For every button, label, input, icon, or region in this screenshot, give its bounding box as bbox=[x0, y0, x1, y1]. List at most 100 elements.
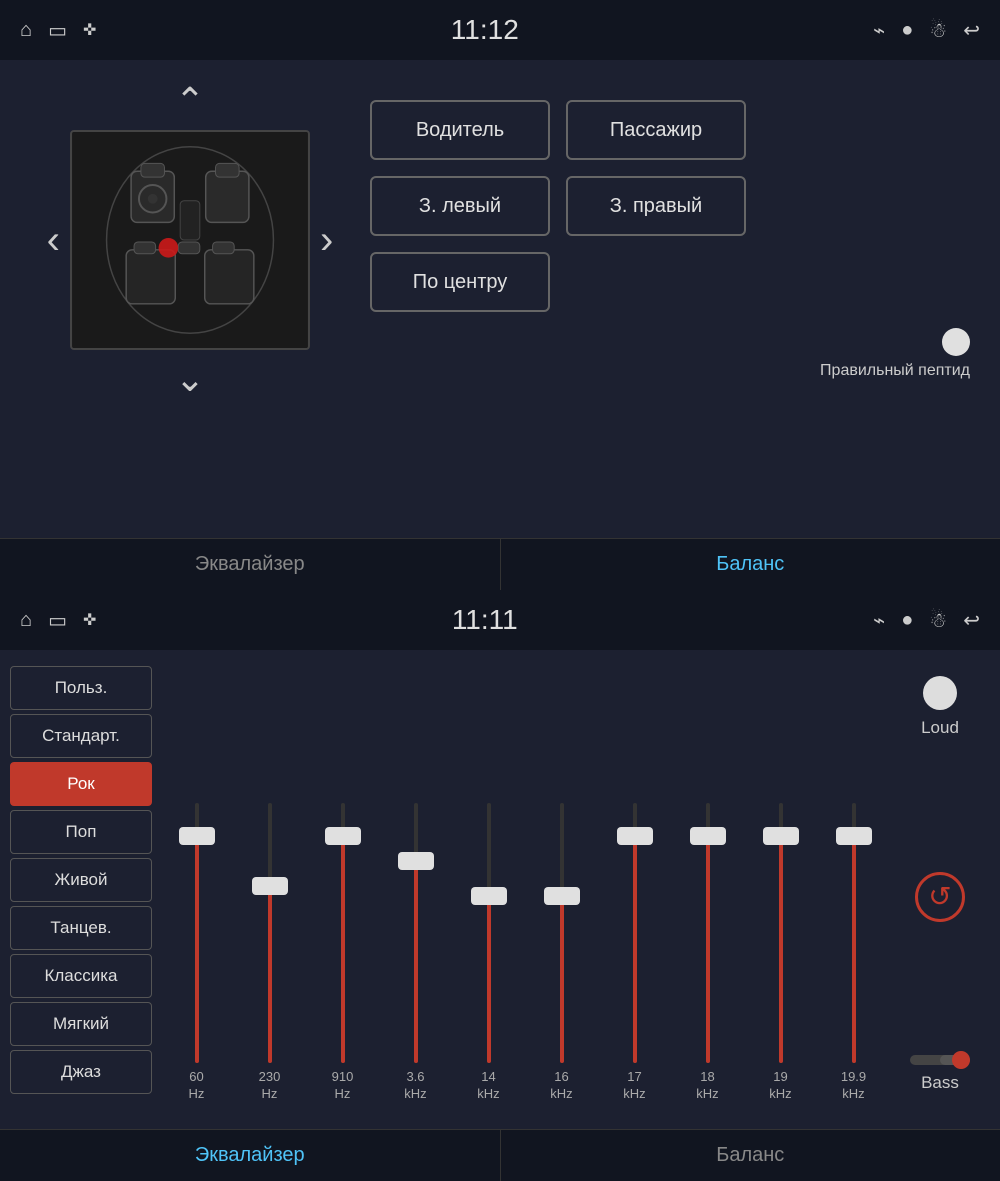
top-status-bar: ⌂ ▭ ✜ 11:12 ⌁ ● ☃ ↩ bbox=[0, 0, 1000, 60]
slider-col-0: 60Hz bbox=[168, 783, 226, 1103]
slider-label-1: 230Hz bbox=[259, 1069, 281, 1103]
balance-text: Правильный пептид bbox=[820, 362, 970, 380]
screen-icon-2[interactable]: ▭ bbox=[48, 608, 67, 633]
bottom-status-left: ⌂ ▭ ✜ bbox=[20, 608, 96, 633]
preset-item-3[interactable]: Поп bbox=[10, 810, 152, 854]
seat-nav: ‹ bbox=[47, 130, 334, 350]
balance-panel: ⌂ ▭ ✜ 11:12 ⌁ ● ☃ ↩ ⌃ ‹ bbox=[0, 0, 1000, 590]
bottom-status-bar: ⌂ ▭ ✜ 11:11 ⌁ ● ☃ ↩ bbox=[0, 590, 1000, 650]
loud-label: Loud bbox=[921, 718, 959, 738]
seat-down-button[interactable]: ⌄ bbox=[175, 358, 205, 400]
loud-toggle[interactable] bbox=[923, 676, 957, 710]
preset-item-2[interactable]: Рок bbox=[10, 762, 152, 806]
car-seats-illustration bbox=[72, 132, 308, 348]
cast-icon[interactable]: ⌁ bbox=[873, 18, 885, 43]
slider-col-3: 3.6kHz bbox=[387, 783, 445, 1103]
home-icon-2[interactable]: ⌂ bbox=[20, 609, 32, 632]
bottom-tab-bar: Эквалайзер Баланс bbox=[0, 1129, 1000, 1181]
slider-col-7: 18kHz bbox=[679, 783, 737, 1103]
bluetooth-icon-2: ☃ bbox=[929, 608, 947, 633]
back-icon[interactable]: ↩ bbox=[963, 18, 980, 43]
top-status-right: ⌁ ● ☃ ↩ bbox=[873, 18, 980, 43]
preset-item-6[interactable]: Классика bbox=[10, 954, 152, 998]
seat-up-button[interactable]: ⌃ bbox=[175, 80, 205, 122]
rear-right-button[interactable]: З. правый bbox=[566, 176, 746, 236]
slider-track-3[interactable] bbox=[406, 783, 426, 1063]
slider-track-5[interactable] bbox=[552, 783, 572, 1063]
preset-item-7[interactable]: Мягкий bbox=[10, 1002, 152, 1046]
slider-col-5: 16kHz bbox=[533, 783, 591, 1103]
reset-icon: ↺ bbox=[928, 880, 951, 913]
driver-button[interactable]: Водитель bbox=[370, 100, 550, 160]
seat-buttons-row-2: З. левый З. правый bbox=[370, 176, 970, 236]
preset-list: Польз.Стандарт.РокПопЖивойТанцев.Классик… bbox=[10, 666, 160, 1113]
slider-track-1[interactable] bbox=[260, 783, 280, 1063]
bottom-time: 11:11 bbox=[452, 604, 518, 636]
sliders-row: 60Hz 230Hz 910Hz 3.6kHz bbox=[160, 666, 890, 1113]
slider-col-8: 19kHz bbox=[752, 783, 810, 1103]
passenger-button[interactable]: Пассажир bbox=[566, 100, 746, 160]
home-icon[interactable]: ⌂ bbox=[20, 19, 32, 42]
slider-label-6: 17kHz bbox=[623, 1069, 645, 1103]
slider-track-9[interactable] bbox=[844, 783, 864, 1063]
seat-right-button[interactable]: › bbox=[320, 218, 333, 263]
location-icon: ● bbox=[901, 19, 913, 42]
preset-item-0[interactable]: Польз. bbox=[10, 666, 152, 710]
top-status-left: ⌂ ▭ ✜ bbox=[20, 18, 96, 43]
eq-sliders-area: 60Hz 230Hz 910Hz 3.6kHz bbox=[160, 666, 890, 1113]
reset-button[interactable]: ↺ bbox=[915, 872, 965, 922]
slider-track-6[interactable] bbox=[625, 783, 645, 1063]
preset-item-8[interactable]: Джаз bbox=[10, 1050, 152, 1094]
tab-balance-bottom[interactable]: Баланс bbox=[501, 1130, 1000, 1181]
balance-indicator-area: Правильный пептид bbox=[370, 328, 970, 390]
bass-label: Bass bbox=[921, 1073, 959, 1093]
seat-visual-area: ⌃ ‹ bbox=[30, 80, 350, 518]
seat-left-button[interactable]: ‹ bbox=[47, 218, 60, 263]
seat-image bbox=[70, 130, 310, 350]
top-tab-bar: Эквалайзер Баланс bbox=[0, 538, 1000, 590]
slider-col-6: 17kHz bbox=[606, 783, 664, 1103]
slider-col-4: 14kHz bbox=[460, 783, 518, 1103]
slider-label-2: 910Hz bbox=[332, 1069, 354, 1103]
bottom-status-right: ⌁ ● ☃ ↩ bbox=[873, 608, 980, 633]
slider-track-7[interactable] bbox=[698, 783, 718, 1063]
slider-track-8[interactable] bbox=[771, 783, 791, 1063]
back-icon-2[interactable]: ↩ bbox=[963, 608, 980, 633]
slider-track-0[interactable] bbox=[187, 783, 207, 1063]
slider-col-9: 19.9kHz bbox=[825, 783, 883, 1103]
slider-track-2[interactable] bbox=[333, 783, 353, 1063]
tab-equalizer-top[interactable]: Эквалайзер bbox=[0, 539, 501, 590]
bass-control: Bass bbox=[910, 1055, 970, 1093]
bluetooth-icon: ☃ bbox=[929, 18, 947, 43]
balance-position-dot bbox=[942, 328, 970, 356]
slider-track-4[interactable] bbox=[479, 783, 499, 1063]
slider-label-4: 14kHz bbox=[477, 1069, 499, 1103]
eq-right-controls: Loud ↺ Bass bbox=[890, 666, 990, 1113]
bass-slider[interactable] bbox=[910, 1055, 970, 1065]
slider-label-8: 19kHz bbox=[769, 1069, 791, 1103]
slider-label-9: 19.9kHz bbox=[841, 1069, 866, 1103]
location-icon-2: ● bbox=[901, 609, 913, 632]
rear-left-button[interactable]: З. левый bbox=[370, 176, 550, 236]
top-time: 11:12 bbox=[451, 14, 519, 46]
seat-buttons-area: Водитель Пассажир З. левый З. правый По … bbox=[370, 80, 970, 518]
screen-icon[interactable]: ▭ bbox=[48, 18, 67, 43]
preset-item-1[interactable]: Стандарт. bbox=[10, 714, 152, 758]
preset-item-4[interactable]: Живой bbox=[10, 858, 152, 902]
eq-content: Польз.Стандарт.РокПопЖивойТанцев.Классик… bbox=[0, 650, 1000, 1129]
tab-balance-top[interactable]: Баланс bbox=[501, 539, 1000, 590]
balance-content: ⌃ ‹ bbox=[0, 60, 1000, 538]
slider-label-3: 3.6kHz bbox=[404, 1069, 426, 1103]
seat-buttons-row-3: По центру bbox=[370, 252, 970, 312]
slider-label-0: 60Hz bbox=[189, 1069, 205, 1103]
loud-control: Loud bbox=[921, 676, 959, 738]
slider-label-5: 16kHz bbox=[550, 1069, 572, 1103]
equalizer-panel: ⌂ ▭ ✜ 11:11 ⌁ ● ☃ ↩ Польз.Стандарт.РокПо… bbox=[0, 590, 1000, 1181]
seat-buttons-row-1: Водитель Пассажир bbox=[370, 100, 970, 160]
slider-col-2: 910Hz bbox=[314, 783, 372, 1103]
cast-icon-2[interactable]: ⌁ bbox=[873, 608, 885, 633]
slider-col-1: 230Hz bbox=[241, 783, 299, 1103]
tab-equalizer-bottom[interactable]: Эквалайзер bbox=[0, 1130, 501, 1181]
preset-item-5[interactable]: Танцев. bbox=[10, 906, 152, 950]
center-button[interactable]: По центру bbox=[370, 252, 550, 312]
